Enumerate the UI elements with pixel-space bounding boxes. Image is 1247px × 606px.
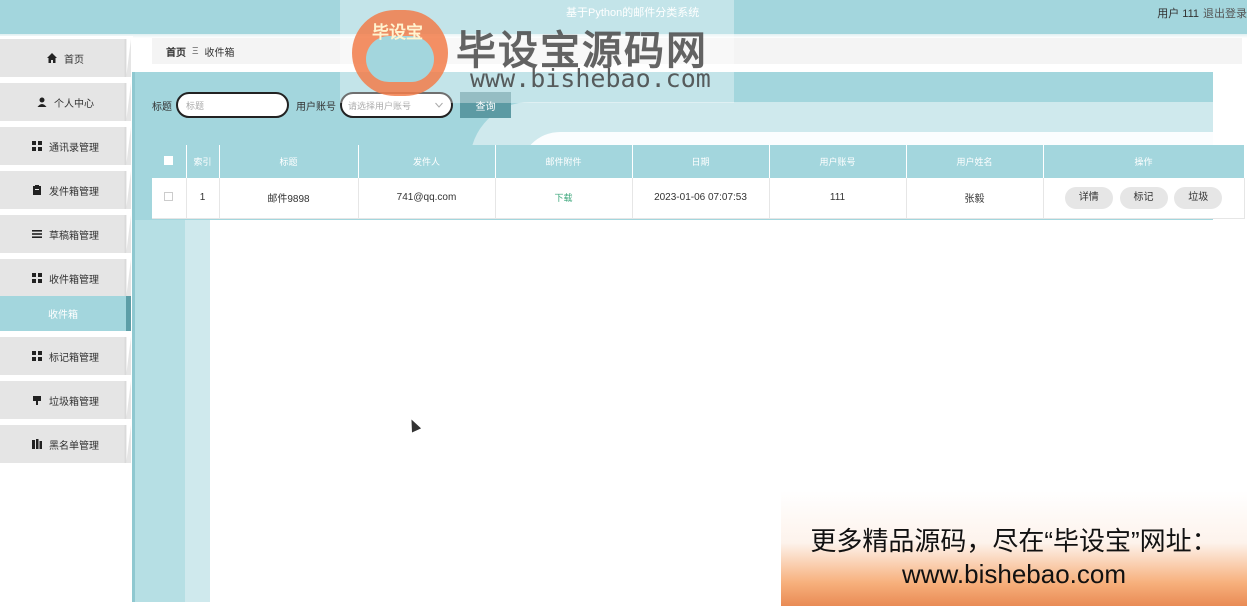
sidebar-item-drafts[interactable]: 草稿箱管理 — [0, 215, 131, 253]
breadcrumb-home[interactable]: 首页 — [166, 44, 186, 59]
list-icon — [32, 229, 42, 239]
attachment-cell: 下载 — [495, 178, 633, 219]
sidebar-subitem-inbox[interactable]: 收件箱 — [0, 296, 131, 331]
sidebar-item-blacklist[interactable]: 黑名单管理 — [0, 425, 131, 463]
table-header-row: 索引 标题 发件人 邮件附件 日期 用户账号 用户姓名 操作 — [152, 145, 1245, 178]
promo-line-1: 更多精品源码，尽在“毕设宝”网址： — [810, 526, 1218, 556]
select-all-header[interactable] — [152, 145, 187, 178]
sidebar-item-label: 垃圾箱管理 — [49, 396, 99, 408]
select-all-checkbox[interactable] — [164, 156, 174, 165]
trash-icon — [32, 395, 42, 405]
decor-column — [185, 220, 210, 602]
breadcrumb-current: 收件箱 — [204, 47, 235, 59]
sidebar-item-trash[interactable]: 垃圾箱管理 — [0, 381, 131, 419]
date-cell: 2023-01-06 07:07:53 — [632, 178, 770, 219]
sidebar-item-contacts[interactable]: 通讯录管理 — [0, 127, 131, 165]
logout-link[interactable]: 退出登录 — [1203, 5, 1247, 21]
sidebar-item-label: 个人中心 — [54, 98, 94, 110]
column-header: 操作 — [1043, 145, 1245, 178]
sidebar-item-profile[interactable]: 个人中心 — [0, 83, 131, 121]
user-icon — [37, 97, 47, 107]
row-select-cell[interactable] — [152, 178, 187, 219]
title-cell: 邮件9898 — [219, 178, 359, 219]
grid-icon — [32, 141, 42, 151]
watermark-logo-text: 毕设宝 — [372, 23, 423, 42]
column-header: 用户账号 — [769, 145, 907, 178]
book-icon — [32, 439, 42, 449]
sidebar-item-inbox[interactable]: 收件箱管理 — [0, 259, 131, 297]
breadcrumb-separator: Ξ — [192, 45, 199, 57]
sidebar-item-label: 草稿箱管理 — [49, 230, 99, 242]
account-cell: 111 — [769, 178, 907, 219]
column-header: 邮件附件 — [495, 145, 633, 178]
sidebar-item-label: 黑名单管理 — [49, 440, 99, 452]
clipboard-icon — [32, 185, 42, 195]
detail-button[interactable]: 详情 — [1064, 186, 1113, 209]
column-header: 日期 — [632, 145, 770, 178]
column-header: 发件人 — [358, 145, 496, 178]
table-row: 1 邮件9898 741@qq.com 下载 2023-01-06 07:07:… — [152, 178, 1245, 219]
inbox-table: 索引 标题 发件人 邮件附件 日期 用户账号 用户姓名 操作 1 邮件9898 … — [152, 145, 1245, 219]
junk-button[interactable]: 垃圾 — [1174, 186, 1223, 209]
column-header: 索引 — [186, 145, 220, 178]
sidebar-item-label: 收件箱管理 — [49, 274, 99, 286]
title-search-input[interactable]: 标题 — [176, 92, 289, 118]
account-filter-label: 用户账号 — [296, 101, 336, 113]
index-cell: 1 — [186, 178, 220, 219]
row-checkbox[interactable] — [164, 191, 174, 201]
sidebar-item-label: 首页 — [64, 54, 84, 66]
column-header: 用户姓名 — [906, 145, 1044, 178]
sidebar-item-label: 发件箱管理 — [49, 186, 99, 198]
current-user-label: 用户 111 — [1157, 8, 1199, 20]
sidebar-item-outbox[interactable]: 发件箱管理 — [0, 171, 131, 209]
promo-line-2: www.bishebao.com — [902, 559, 1126, 589]
sidebar-item-marked[interactable]: 标记箱管理 — [0, 337, 131, 375]
sidebar-item-home[interactable]: 首页 — [0, 39, 131, 77]
name-cell: 张毅 — [906, 178, 1044, 219]
actions-cell: 详情 标记 垃圾 — [1043, 178, 1245, 219]
watermark-url: www.bishebao.com — [470, 64, 711, 93]
title-filter-label: 标题 — [152, 101, 172, 113]
sidebar-item-label: 标记箱管理 — [49, 352, 99, 364]
grid-icon — [32, 351, 42, 361]
mark-button[interactable]: 标记 — [1119, 186, 1168, 209]
home-icon — [47, 53, 57, 63]
column-header: 标题 — [219, 145, 359, 178]
grid-icon — [32, 273, 42, 283]
download-link[interactable]: 下载 — [554, 193, 572, 203]
decor-column — [135, 220, 185, 602]
sidebar: 首页 个人中心 通讯录管理 发件箱管理 草稿箱管理 收件箱管理 收件箱 标记箱管… — [0, 36, 133, 606]
promo-banner: 更多精品源码，尽在“毕设宝”网址： www.bishebao.com — [781, 491, 1247, 606]
sidebar-item-label: 通讯录管理 — [49, 142, 99, 154]
sender-cell: 741@qq.com — [358, 178, 496, 219]
